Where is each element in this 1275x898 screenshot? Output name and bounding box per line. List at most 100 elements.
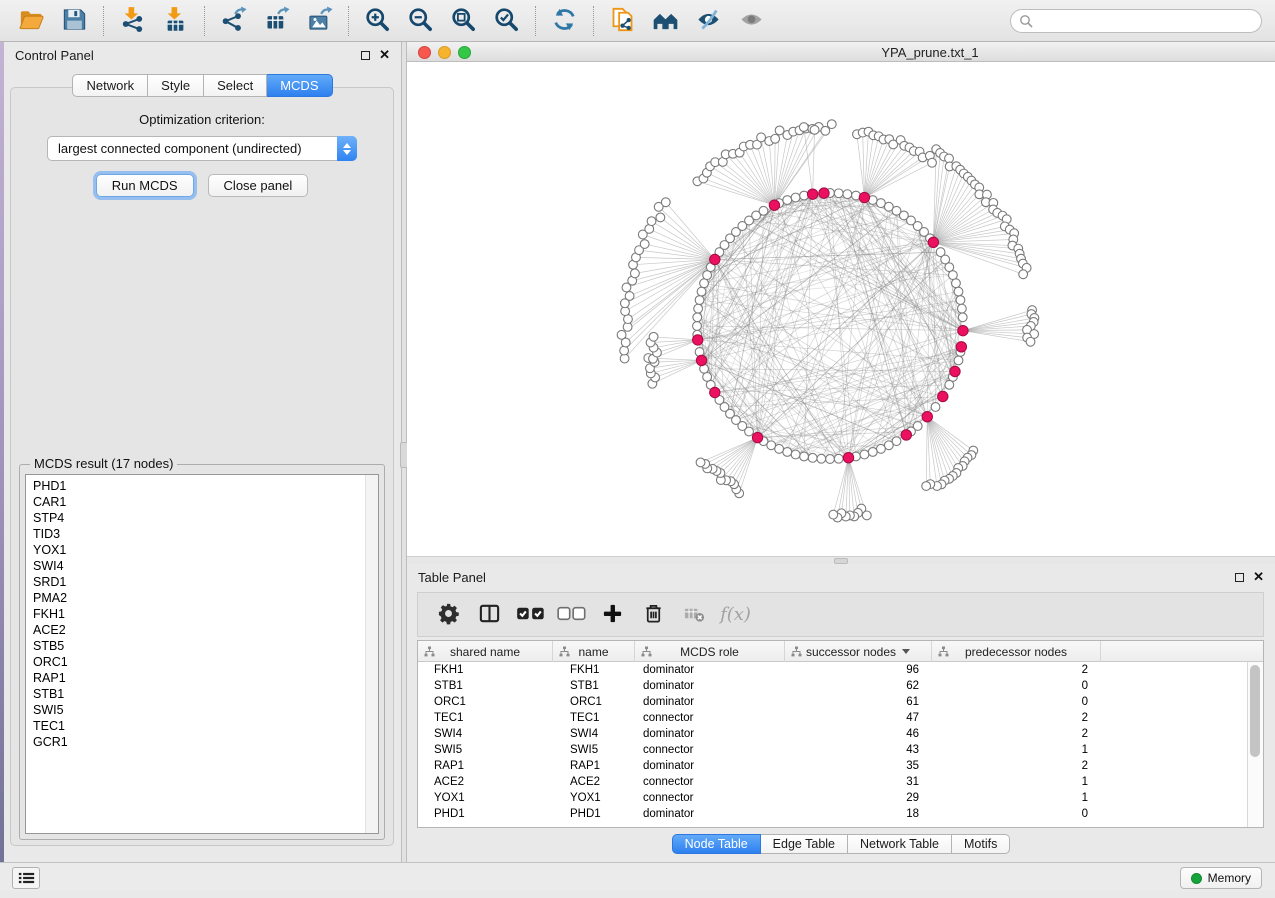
table-cell: dominator	[635, 760, 785, 772]
mcds-result-item[interactable]: SWI4	[26, 558, 364, 574]
task-history-button[interactable]	[12, 867, 40, 889]
mcds-result-item[interactable]: STB5	[26, 638, 364, 654]
task-history-icon	[18, 871, 35, 885]
split-columns-button[interactable]	[471, 596, 508, 634]
export-network-button[interactable]	[212, 2, 255, 40]
mcds-result-item[interactable]: YOX1	[26, 542, 364, 558]
tab-mcds[interactable]: MCDS	[267, 74, 332, 97]
desktop-background-bottom	[0, 891, 1275, 898]
import-table-button[interactable]	[154, 2, 197, 40]
table-scrollbar-thumb[interactable]	[1250, 665, 1260, 757]
mcds-result-item[interactable]: CAR1	[26, 494, 364, 510]
network-canvas[interactable]	[407, 62, 1275, 556]
table-row[interactable]: SWI5SWI5connector431	[418, 742, 1247, 758]
table-row[interactable]: RAP1RAP1dominator352	[418, 758, 1247, 774]
window-maximize-traffic-icon[interactable]	[458, 46, 471, 59]
tab-network[interactable]: Network	[72, 74, 148, 97]
column-header-mcds-role[interactable]: MCDS role	[635, 641, 785, 662]
mcds-result-item[interactable]: STP4	[26, 510, 364, 526]
table-cell: RAP1	[418, 760, 553, 772]
zoom-selected-button[interactable]	[485, 2, 528, 40]
table-cell: dominator	[635, 664, 785, 676]
table-scrollbar[interactable]	[1247, 662, 1263, 827]
table-cell: 2	[932, 760, 1101, 772]
zoom-selected-icon	[493, 6, 520, 36]
window-close-traffic-icon[interactable]	[418, 46, 431, 59]
table-cell: dominator	[635, 696, 785, 708]
float-panel-icon[interactable]	[361, 51, 370, 60]
export-table-button[interactable]	[255, 2, 298, 40]
mcds-result-item[interactable]: SRD1	[26, 574, 364, 590]
window-minimize-traffic-icon[interactable]	[438, 46, 451, 59]
mcds-result-list[interactable]: PHD1CAR1STP4TID3YOX1SWI4SRD1PMA2FKH1ACE2…	[25, 474, 379, 834]
table-row[interactable]: SWI4SWI4dominator462	[418, 726, 1247, 742]
select-all-button[interactable]	[512, 596, 549, 634]
import-network-button[interactable]	[111, 2, 154, 40]
column-header-shared-name[interactable]: shared name	[418, 641, 553, 662]
fit-content-button[interactable]	[442, 2, 485, 40]
table-cell: dominator	[635, 680, 785, 692]
mcds-result-item[interactable]: ORC1	[26, 654, 364, 670]
deselect-all-button[interactable]	[553, 596, 590, 634]
tab-edge-table[interactable]: Edge Table	[761, 834, 848, 854]
tab-style[interactable]: Style	[148, 74, 204, 97]
toolbar-separator	[103, 6, 104, 36]
mcds-result-item[interactable]: RAP1	[26, 670, 364, 686]
hide-selected-button[interactable]	[687, 2, 730, 40]
table-cell: ACE2	[418, 776, 553, 788]
clone-network-button[interactable]	[601, 2, 644, 40]
control-panel-tabs: NetworkStyleSelectMCDS	[4, 74, 401, 97]
network-window-titlebar[interactable]: YPA_prune.txt_1	[407, 42, 1275, 62]
save-session-icon	[61, 6, 88, 36]
table-row[interactable]: TEC1TEC1connector472	[418, 710, 1247, 726]
table-row[interactable]: ACE2ACE2connector311	[418, 774, 1247, 790]
network-graph[interactable]	[407, 62, 1275, 556]
column-header-name[interactable]: name	[553, 641, 635, 662]
table-cell: 62	[785, 680, 932, 692]
tab-select[interactable]: Select	[204, 74, 267, 97]
result-list-scrollbar[interactable]	[365, 475, 378, 833]
zoom-in-button[interactable]	[356, 2, 399, 40]
close-panel-icon[interactable]: ✕	[379, 47, 390, 63]
delete-column-button[interactable]	[635, 596, 672, 634]
add-column-button[interactable]	[594, 596, 631, 634]
horizontal-splitter[interactable]	[407, 556, 1275, 564]
table-row[interactable]: STB1STB1dominator620	[418, 678, 1247, 694]
table-row[interactable]: PHD1PHD1dominator180	[418, 806, 1247, 822]
tab-motifs[interactable]: Motifs	[952, 834, 1010, 854]
tab-network-table[interactable]: Network Table	[848, 834, 952, 854]
memory-button[interactable]: Memory	[1180, 867, 1262, 889]
mcds-result-item[interactable]: PMA2	[26, 590, 364, 606]
search-input[interactable]	[1010, 9, 1262, 33]
table-body: FKH1FKH1dominator962STB1STB1dominator620…	[418, 662, 1247, 827]
mcds-result-item[interactable]: PHD1	[26, 478, 364, 494]
column-header-predecessor-nodes[interactable]: predecessor nodes	[932, 641, 1101, 662]
tab-node-table[interactable]: Node Table	[672, 834, 761, 854]
close-panel-button[interactable]: Close panel	[208, 174, 309, 197]
settings-button[interactable]	[430, 596, 467, 634]
column-label: successor nodes	[806, 645, 896, 659]
table-row[interactable]: ORC1ORC1dominator610	[418, 694, 1247, 710]
mcds-result-item[interactable]: FKH1	[26, 606, 364, 622]
criterion-select[interactable]: largest connected component (undirected)	[47, 136, 357, 161]
first-neighbors-button[interactable]	[644, 2, 687, 40]
delete-column-icon	[642, 602, 665, 628]
mcds-result-item[interactable]: GCR1	[26, 734, 364, 750]
apply-layout-button[interactable]	[543, 2, 586, 40]
open-session-button[interactable]	[10, 2, 53, 40]
save-session-button[interactable]	[53, 2, 96, 40]
run-mcds-button[interactable]: Run MCDS	[96, 174, 194, 197]
mcds-result-item[interactable]: ACE2	[26, 622, 364, 638]
table-row[interactable]: YOX1YOX1connector291	[418, 790, 1247, 806]
mcds-result-item[interactable]: STB1	[26, 686, 364, 702]
close-panel-icon[interactable]: ✕	[1253, 569, 1264, 585]
zoom-out-button[interactable]	[399, 2, 442, 40]
export-image-button[interactable]	[298, 2, 341, 40]
column-header-successor-nodes[interactable]: successor nodes	[785, 641, 932, 662]
mcds-result-item[interactable]: TEC1	[26, 718, 364, 734]
table-row[interactable]: FKH1FKH1dominator962	[418, 662, 1247, 678]
float-panel-icon[interactable]	[1235, 573, 1244, 582]
mcds-result-item[interactable]: TID3	[26, 526, 364, 542]
mcds-result-item[interactable]: SWI5	[26, 702, 364, 718]
split-columns-icon	[478, 602, 501, 628]
